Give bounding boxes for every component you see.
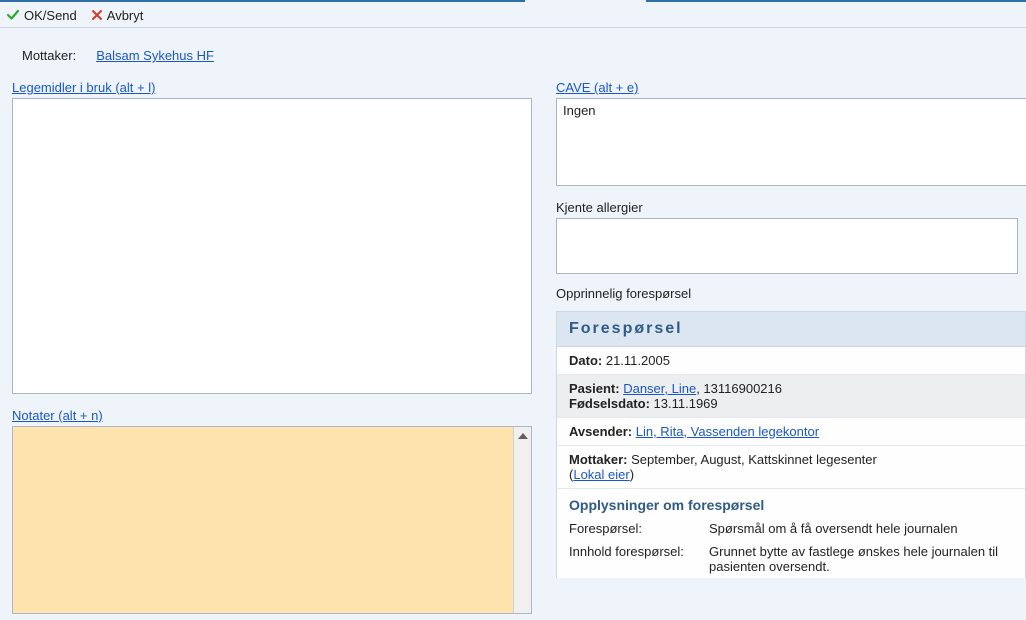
avsender-row: Avsender: Lin, Rita, Vassenden legekonto… (557, 418, 1025, 446)
check-icon (6, 8, 20, 22)
close-icon (91, 9, 103, 21)
pasient-link[interactable]: Danser, Line (623, 381, 696, 396)
cave-textarea[interactable]: Ingen (556, 98, 1026, 186)
avsender-link[interactable]: Lin, Rita, Vassenden legekontor (636, 424, 819, 439)
notater-scrollbar[interactable] (513, 427, 531, 613)
opplysninger-header: Opplysninger om forespørsel (557, 489, 1025, 517)
forespoersel-panel: Forespørsel Dato: 21.11.2005 Pasient: Da… (556, 311, 1026, 578)
right-column: CAVE (alt + e) Ingen Kjente allergier Op… (556, 80, 1026, 578)
pasient-row: Pasient: Danser, Line, 13116900216 Fødse… (557, 375, 1025, 418)
legemidler-link[interactable]: Legemidler i bruk (alt + l) (12, 80, 155, 95)
panel-header: Forespørsel (557, 312, 1025, 347)
fdato-value: 13.11.1969 (654, 396, 718, 411)
app-window: OK/Send Avbryt Mottaker: Balsam Sykehus … (0, 0, 1026, 620)
fsp-row: Forespørsel: Spørsmål om å få oversendt … (557, 517, 1025, 540)
avsender-label: Avsender: (569, 424, 632, 439)
ok-send-label: OK/Send (24, 8, 77, 23)
legemidler-textarea[interactable] (12, 98, 532, 394)
fsp-label: Forespørsel: (569, 521, 709, 536)
lokal-eier-link[interactable]: Lokal eier (573, 467, 629, 482)
cave-text: Ingen (563, 103, 596, 118)
pasient-id: , 13116900216 (696, 381, 782, 396)
innhold-row: Innhold forespørsel: Grunnet bytte av fa… (557, 540, 1025, 578)
fsp-value: Spørsmål om å få oversendt hele journale… (709, 521, 1013, 536)
cancel-button[interactable]: Avbryt (91, 8, 144, 23)
left-column: Legemidler i bruk (alt + l) Notater (alt… (12, 80, 536, 614)
allergier-textarea[interactable] (556, 218, 1018, 274)
dato-label: Dato: (569, 353, 602, 368)
mottaker-link[interactable]: Balsam Sykehus HF (96, 48, 214, 63)
allergier-label: Kjente allergier (556, 200, 1026, 215)
notater-textarea[interactable] (12, 426, 532, 614)
scroll-up-icon[interactable] (516, 429, 529, 443)
toolbar-divider (0, 27, 1026, 28)
cancel-label: Avbryt (107, 8, 144, 23)
mottaker-label: Mottaker: (22, 48, 76, 63)
dato-row: Dato: 21.11.2005 (557, 347, 1025, 375)
panel-mottaker-value: September, August, Kattskinnet legesente… (631, 452, 877, 467)
ok-send-button[interactable]: OK/Send (6, 8, 77, 23)
pasient-label: Pasient: (569, 381, 620, 396)
panel-mottaker-label: Mottaker: (569, 452, 628, 467)
panel-mottaker-row: Mottaker: September, August, Kattskinnet… (557, 446, 1025, 489)
toolbar: OK/Send Avbryt (6, 4, 143, 26)
content-columns: Legemidler i bruk (alt + l) Notater (alt… (12, 80, 1026, 620)
innhold-value: Grunnet bytte av fastlege ønskes hele jo… (709, 544, 1013, 574)
cave-link[interactable]: CAVE (alt + e) (556, 80, 638, 95)
mottaker-row: Mottaker: Balsam Sykehus HF (22, 48, 214, 63)
innhold-label: Innhold forespørsel: (569, 544, 709, 574)
dato-value: 21.11.2005 (606, 353, 670, 368)
notater-link[interactable]: Notater (alt + n) (12, 408, 103, 423)
fdato-label: Fødselsdato: (569, 396, 650, 411)
opprinnelig-label: Opprinnelig forespørsel (556, 286, 1026, 301)
